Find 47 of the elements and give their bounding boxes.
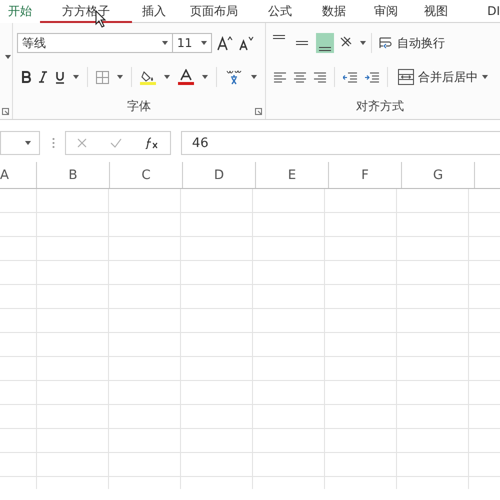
decrease-indent-icon[interactable] (343, 72, 357, 82)
ribbon-tab[interactable]: 页面布局 (176, 0, 252, 22)
ribbon-tab[interactable]: DI (460, 1, 500, 21)
column-header[interactable]: A (0, 168, 9, 182)
align-lines-icon (273, 35, 285, 39)
column-header[interactable]: B (68, 168, 78, 182)
vertical-align-button[interactable] (316, 33, 334, 53)
merge-cells-icon (398, 69, 414, 85)
column-header[interactable]: C (141, 168, 151, 182)
increase-font-size-icon[interactable] (217, 35, 233, 51)
horizontal-align-icon[interactable] (274, 72, 286, 82)
enter-check-icon[interactable] (110, 138, 122, 148)
dialog-launcher-icon[interactable] (255, 108, 262, 115)
increase-indent-icon[interactable] (365, 72, 379, 82)
column-header[interactable]: E (288, 168, 296, 182)
ribbon-tab[interactable]: 公式 (252, 0, 308, 22)
column-header[interactable]: F (361, 168, 369, 182)
font-size-dropdown[interactable]: 11 (172, 33, 212, 53)
phonetic-guide-icon[interactable] (225, 68, 243, 86)
borders-icon[interactable] (96, 70, 109, 84)
group-label: 对齐方式 (356, 99, 404, 113)
italic-icon[interactable] (39, 71, 47, 83)
fill-color-icon[interactable] (140, 69, 156, 85)
dialog-launcher-icon[interactable] (2, 108, 9, 115)
wrap-text-button[interactable]: 自动换行 (377, 32, 447, 54)
bold-icon[interactable] (21, 71, 31, 83)
dropdown-arrow-icon[interactable] (5, 55, 11, 59)
merge-center-button[interactable]: 合并后居中 (396, 66, 490, 88)
font-color-icon[interactable] (178, 69, 194, 85)
align-lines-icon (296, 41, 308, 45)
more-options-icon[interactable] (52, 137, 55, 149)
decrease-font-size-icon[interactable] (238, 35, 254, 51)
align-lines-icon (319, 47, 331, 51)
group-label: 字体 (127, 99, 151, 113)
ribbon-tab[interactable]: 审阅 (360, 0, 412, 22)
underline-icon[interactable] (55, 70, 65, 84)
wrap-text-icon (379, 36, 393, 50)
formula-input[interactable]: 46 (181, 131, 500, 155)
column-header[interactable]: G (432, 168, 444, 182)
horizontal-align-icon[interactable] (314, 72, 326, 82)
insert-function-icon[interactable] (144, 137, 159, 149)
ribbon-tab[interactable]: 插入 (132, 0, 176, 22)
ribbon-tab[interactable]: 视图 (412, 0, 460, 22)
column-header[interactable]: D (214, 168, 224, 182)
font-name-dropdown[interactable]: 等线 (17, 33, 173, 53)
ribbon-tab[interactable]: 数据 (308, 0, 360, 22)
horizontal-align-icon[interactable] (294, 72, 306, 82)
